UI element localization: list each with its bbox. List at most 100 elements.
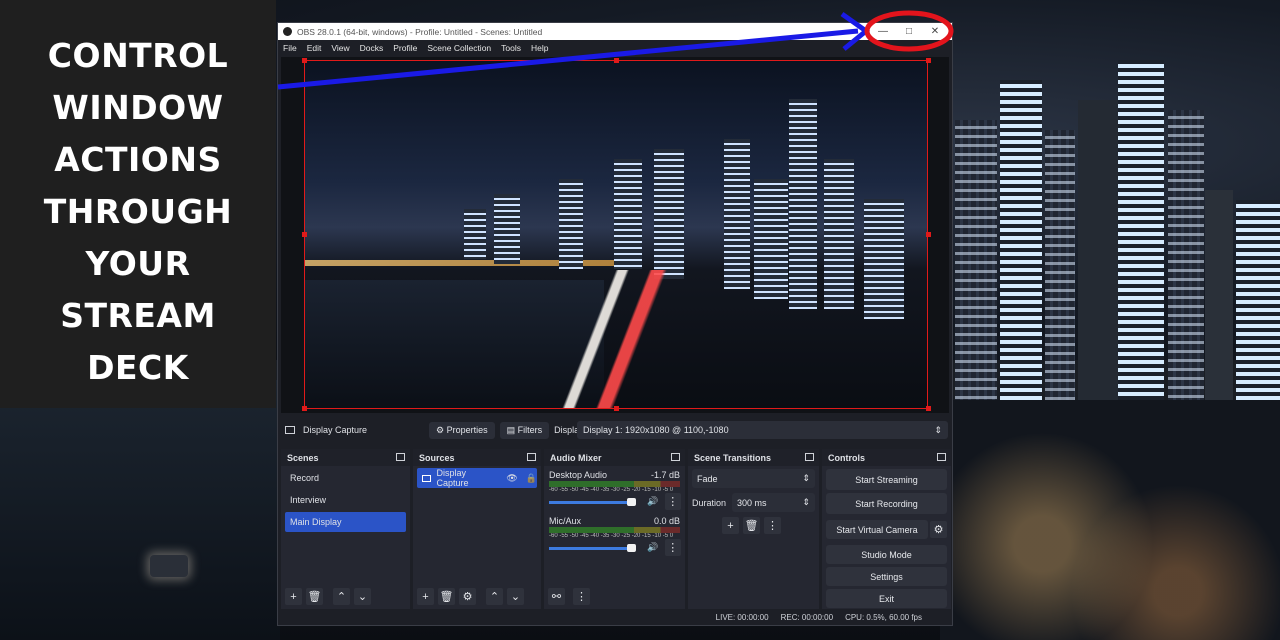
speaker-icon[interactable]: 🔊 — [647, 496, 658, 507]
scene-item-selected[interactable]: Main Display — [285, 512, 406, 532]
undock-icon[interactable] — [805, 453, 814, 461]
undock-icon[interactable] — [937, 453, 946, 461]
scene-item[interactable]: Interview — [285, 490, 406, 510]
menu-help[interactable]: Help — [531, 43, 548, 53]
controls-title: Controls — [828, 452, 865, 463]
preview-canvas[interactable] — [304, 60, 928, 409]
more-options-icon[interactable]: ⋮ — [764, 517, 781, 534]
trash-icon[interactable]: 🗑 — [743, 517, 760, 534]
monitor-icon — [422, 474, 431, 482]
source-item[interactable]: Display Capture 👁 🔒 — [417, 468, 537, 488]
controls-dock: Controls Start Streaming Start Recording… — [822, 449, 951, 609]
settings-button[interactable]: Settings — [826, 567, 947, 586]
speaker-icon[interactable]: 🔊 — [647, 542, 658, 553]
eye-icon[interactable]: 👁 — [506, 473, 517, 484]
channel-name: Mic/Aux — [549, 516, 582, 526]
caption-line: CONTROL — [47, 36, 229, 75]
window-title: OBS 28.0.1 (64-bit, windows) - Profile: … — [297, 26, 543, 37]
menu-edit[interactable]: Edit — [307, 43, 322, 53]
cpu-status: CPU: 0.5%, 60.00 fps — [845, 612, 922, 622]
scenes-title: Scenes — [287, 452, 319, 463]
start-streaming-button[interactable]: Start Streaming — [826, 469, 947, 490]
volume-slider[interactable] — [549, 543, 638, 553]
duration-value: 300 ms — [737, 497, 767, 508]
move-up-icon[interactable]: ⌃ — [333, 588, 350, 605]
transitions-title: Scene Transitions — [694, 452, 772, 463]
caption-line: STREAM — [60, 296, 216, 335]
lock-icon[interactable]: 🔒 — [526, 473, 537, 484]
sources-title: Sources — [419, 452, 455, 463]
scene-transitions-dock: Scene Transitions Fade ⇕ Duration 300 ms ⇕… — [688, 449, 819, 609]
properties-button[interactable]: ⚙ Properties — [429, 421, 495, 439]
meter-scale: -60 -55 -50 -45 -40 -35 -30 -25 -20 -15 … — [549, 533, 674, 539]
channel-name: Desktop Audio — [549, 470, 608, 480]
caption-line: YOUR — [85, 244, 191, 283]
add-icon[interactable]: + — [722, 517, 739, 534]
move-down-icon[interactable]: ⌄ — [507, 588, 524, 605]
audio-mixer-dock: Audio Mixer Desktop Audio -1.7 dB -60 -5… — [544, 449, 685, 609]
filters-label: Filters — [517, 425, 543, 435]
transition-select[interactable]: Fade ⇕ — [692, 469, 815, 488]
source-name: Display Capture — [303, 425, 368, 435]
rec-status: REC: 00:00:00 — [780, 612, 834, 622]
duration-label: Duration — [692, 497, 727, 508]
undock-icon[interactable] — [671, 453, 680, 461]
sources-dock: Sources Display Capture 👁 🔒 + 🗑 ⚙ ⌃ ⌄ — [413, 449, 541, 609]
live-status: LIVE: 00:00:00 — [715, 612, 769, 622]
channel-level: -1.7 dB — [650, 470, 680, 480]
menu-tools[interactable]: Tools — [501, 43, 521, 53]
display-select[interactable]: Display 1: 1920x1080 @ 1100,-1080 ⇕ — [577, 421, 948, 439]
gear-icon[interactable]: ⚙ — [459, 588, 476, 605]
minimize-button[interactable]: — — [870, 23, 896, 40]
gear-icon[interactable]: ⚙ — [930, 521, 947, 538]
undock-icon[interactable] — [527, 453, 536, 461]
trash-icon[interactable]: 🗑 — [438, 588, 455, 605]
maximize-button[interactable]: □ — [896, 23, 922, 40]
volume-slider[interactable] — [549, 497, 638, 507]
boat-light — [150, 555, 188, 577]
status-bar: LIVE: 00:00:00 REC: 00:00:00 CPU: 0.5%, … — [278, 609, 952, 625]
obs-logo-icon — [283, 27, 292, 36]
add-icon[interactable]: + — [285, 588, 302, 605]
caption-line: DECK — [87, 348, 189, 387]
title-bar[interactable]: OBS 28.0.1 (64-bit, windows) - Profile: … — [278, 23, 952, 40]
scene-item[interactable]: Record — [285, 468, 406, 488]
caption-panel: CONTROL WINDOW ACTIONS THROUGH YOUR STRE… — [0, 0, 276, 408]
chevron-updown-icon: ⇕ — [934, 424, 942, 435]
caption-line: WINDOW — [52, 88, 224, 127]
caption-line: ACTIONS — [54, 140, 222, 179]
filters-button[interactable]: ▤ Filters — [499, 421, 550, 439]
preview-area[interactable] — [281, 57, 949, 413]
add-icon[interactable]: + — [417, 588, 434, 605]
close-button[interactable]: ✕ — [922, 23, 948, 40]
chevron-updown-icon: ⇕ — [802, 473, 810, 483]
more-options-icon[interactable]: ⋮ — [664, 539, 681, 556]
menu-bar: File Edit View Docks Profile Scene Colle… — [278, 40, 952, 55]
menu-profile[interactable]: Profile — [393, 43, 417, 53]
menu-view[interactable]: View — [331, 43, 349, 53]
caption-line: THROUGH — [43, 192, 233, 231]
undock-icon[interactable] — [396, 453, 405, 461]
menu-file[interactable]: File — [283, 43, 297, 53]
link-icon[interactable]: ⚯ — [548, 588, 565, 605]
move-up-icon[interactable]: ⌃ — [486, 588, 503, 605]
duration-input[interactable]: 300 ms ⇕ — [732, 493, 815, 512]
more-options-icon[interactable]: ⋮ — [664, 493, 681, 510]
source-toolbar: Display Capture ⚙ Properties ▤ Filters D… — [278, 419, 952, 441]
chevron-updown-icon: ⇕ — [802, 497, 810, 507]
properties-label: Properties — [446, 425, 488, 435]
menu-docks[interactable]: Docks — [360, 43, 384, 53]
scenes-dock: Scenes Record Interview Main Display + 🗑… — [281, 449, 410, 609]
start-virtual-camera-button[interactable]: Start Virtual Camera — [826, 520, 928, 539]
studio-mode-button[interactable]: Studio Mode — [826, 545, 947, 564]
source-item-label: Display Capture — [436, 468, 469, 488]
display-value: Display 1: 1920x1080 @ 1100,-1080 — [583, 425, 729, 435]
obs-window: OBS 28.0.1 (64-bit, windows) - Profile: … — [277, 22, 953, 626]
menu-scene-collection[interactable]: Scene Collection — [427, 43, 491, 53]
more-options-icon[interactable]: ⋮ — [573, 588, 590, 605]
exit-button[interactable]: Exit — [826, 589, 947, 608]
move-down-icon[interactable]: ⌄ — [354, 588, 371, 605]
channel-level: 0.0 dB — [653, 516, 680, 526]
trash-icon[interactable]: 🗑 — [306, 588, 323, 605]
start-recording-button[interactable]: Start Recording — [826, 493, 947, 514]
